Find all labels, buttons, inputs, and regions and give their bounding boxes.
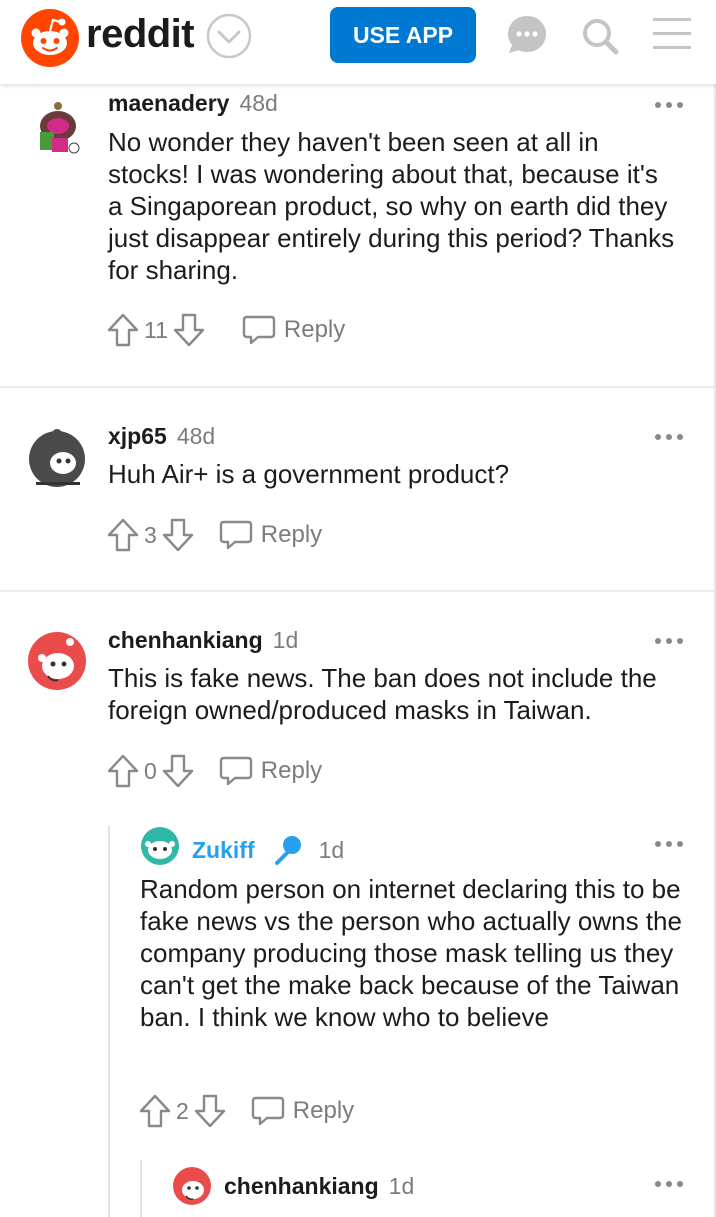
reddit-logo-icon[interactable] — [20, 8, 80, 68]
comment-age: 1d — [272, 627, 299, 653]
reddit-wordmark[interactable]: reddit — [86, 12, 195, 57]
comment-body: This is fake news. The ban does not incl… — [108, 663, 657, 725]
thread-line[interactable] — [140, 1160, 142, 1217]
vote-count: 11 — [144, 316, 168, 343]
upvote-icon[interactable] — [106, 517, 140, 553]
comment-age: 48d — [239, 90, 278, 116]
comment-author[interactable]: maenadery — [108, 90, 229, 116]
comment-divider — [0, 590, 714, 592]
comment-age: 1d — [388, 1173, 415, 1199]
more-icon[interactable] — [654, 1180, 684, 1188]
comment-age: 48d — [176, 423, 216, 449]
user-avatar[interactable] — [172, 1166, 212, 1206]
more-icon[interactable] — [654, 840, 684, 848]
menu-icon[interactable] — [652, 16, 692, 52]
vote-count: 3 — [144, 521, 157, 548]
comment-body: No wonder they haven't been seen at all … — [108, 127, 675, 285]
downvote-icon[interactable] — [161, 753, 195, 789]
comment-divider — [0, 386, 714, 388]
user-avatar[interactable] — [26, 426, 88, 488]
downvote-icon[interactable] — [172, 312, 206, 348]
more-icon[interactable] — [654, 433, 684, 441]
reply-label: Reply — [260, 757, 323, 784]
thread-line[interactable] — [108, 826, 110, 1217]
reply-label: Reply — [292, 1097, 355, 1124]
reply-button[interactable]: Reply — [242, 314, 345, 346]
reply-button[interactable]: Reply — [219, 755, 322, 787]
upvote-icon[interactable] — [106, 753, 140, 789]
chat-icon[interactable] — [506, 14, 548, 56]
reply-icon — [219, 756, 252, 786]
use-app-button[interactable]: USE APP — [330, 7, 476, 63]
comment-body: Random person on internet declaring this… — [140, 874, 682, 1032]
vote-count: 2 — [176, 1097, 189, 1124]
more-icon[interactable] — [654, 101, 684, 109]
more-icon[interactable] — [654, 637, 684, 645]
user-avatar[interactable] — [30, 98, 86, 158]
reply-button[interactable]: Reply — [251, 1095, 354, 1127]
reply-icon — [251, 1096, 284, 1126]
reply-label: Reply — [260, 521, 323, 548]
reply-button[interactable]: Reply — [219, 519, 322, 551]
comment-author[interactable]: chenhankiang — [224, 1173, 379, 1199]
comment-age: 1d — [318, 836, 345, 863]
user-avatar[interactable] — [140, 826, 180, 866]
reply-label: Reply — [283, 316, 346, 343]
microphone-icon — [274, 836, 301, 865]
comment-body: Huh Air+ is a government product? — [108, 459, 510, 489]
chevron-down-icon[interactable] — [206, 13, 252, 59]
downvote-icon[interactable] — [193, 1093, 227, 1129]
upvote-icon[interactable] — [106, 312, 140, 348]
comment-author[interactable]: chenhankiang — [108, 627, 263, 653]
comment-author[interactable]: Zukiff — [192, 837, 255, 864]
top-bar: reddit USE APP — [0, 0, 716, 84]
vote-count: 0 — [144, 757, 157, 784]
reply-icon — [219, 520, 252, 550]
reply-icon — [242, 315, 276, 345]
comment-author[interactable]: xjp65 — [108, 423, 167, 449]
search-icon[interactable] — [580, 16, 620, 56]
downvote-icon[interactable] — [161, 517, 195, 553]
user-avatar[interactable] — [26, 630, 88, 692]
upvote-icon[interactable] — [138, 1093, 172, 1129]
